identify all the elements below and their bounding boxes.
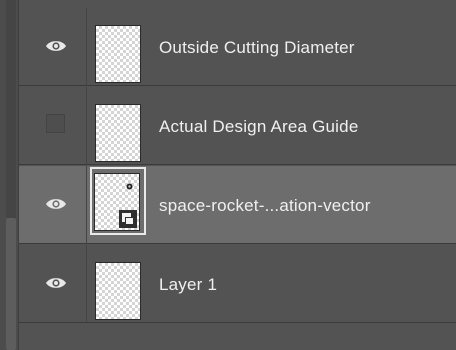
layer-row[interactable]: Actual Design Area Guide xyxy=(19,87,456,165)
layer-row[interactable]: Outside Cutting Diameter xyxy=(19,8,456,86)
rocket-icon xyxy=(126,183,133,190)
visibility-toggle[interactable] xyxy=(19,245,87,322)
layer-row[interactable]: Layer 1 xyxy=(19,245,456,323)
empty-visibility-box-icon[interactable] xyxy=(46,114,65,133)
panel-left-edge xyxy=(0,0,19,350)
visibility-toggle[interactable] xyxy=(19,87,87,164)
smart-object-icon xyxy=(119,210,137,228)
layer-name[interactable]: Actual Design Area Guide xyxy=(159,117,358,137)
left-scrollbar-thumb[interactable] xyxy=(6,218,16,350)
layer-thumbnail[interactable] xyxy=(94,173,140,231)
layer-thumbnail[interactable] xyxy=(95,262,141,320)
layer-name[interactable]: space-rocket-...ation-vector xyxy=(159,196,371,216)
layer-list: Outside Cutting Diameter Actual Design A… xyxy=(19,0,456,350)
visibility-toggle[interactable] xyxy=(19,166,87,243)
layers-panel: Outside Cutting Diameter Actual Design A… xyxy=(0,0,456,350)
layer-name[interactable]: Layer 1 xyxy=(159,275,217,295)
layer-row-selected[interactable]: space-rocket-...ation-vector xyxy=(19,166,456,244)
layer-thumbnail[interactable] xyxy=(95,104,141,162)
eye-icon[interactable] xyxy=(45,197,67,211)
eye-icon[interactable] xyxy=(45,39,67,53)
eye-icon[interactable] xyxy=(45,276,67,290)
layer-name[interactable]: Outside Cutting Diameter xyxy=(159,38,355,58)
visibility-toggle[interactable] xyxy=(19,8,87,85)
layer-thumbnail[interactable] xyxy=(95,25,141,83)
